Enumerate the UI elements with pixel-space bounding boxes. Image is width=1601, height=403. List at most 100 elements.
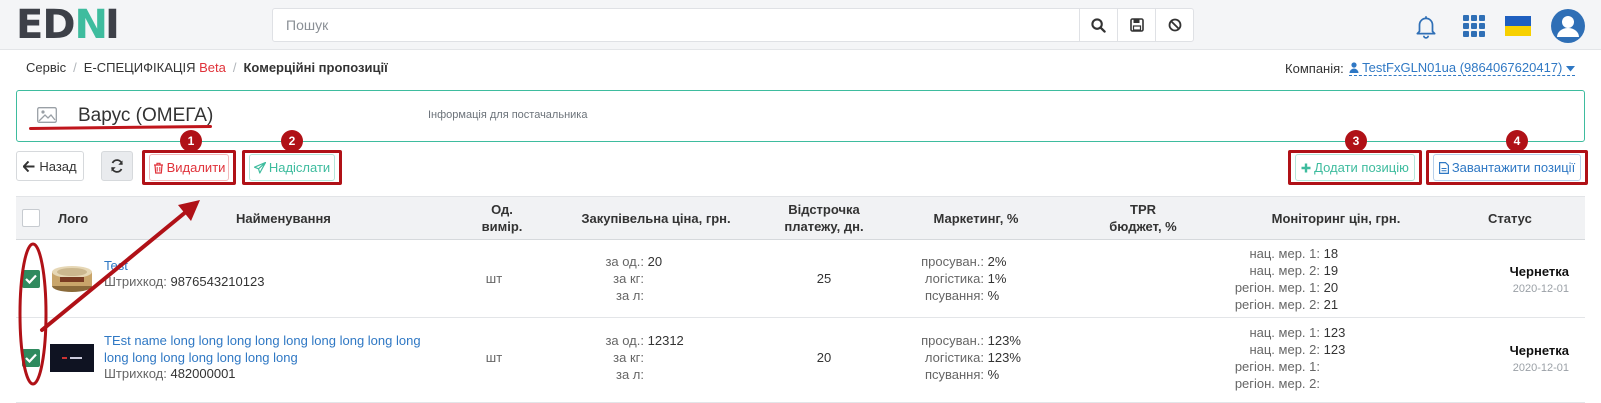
unit: шт bbox=[485, 271, 503, 286]
monitoring-block: нац. мер. 1: 18 нац. мер. 2: 19 регіон. … bbox=[1216, 245, 1338, 313]
bell-icon bbox=[1416, 16, 1436, 39]
status-date: 2020-12-01 bbox=[1512, 283, 1569, 295]
marketing-promo-value: 123% bbox=[987, 333, 1021, 348]
user-icon bbox=[1349, 62, 1359, 73]
company-dropdown[interactable]: TestFxGLN01ua (9864067620417) bbox=[1348, 60, 1575, 76]
ban-icon bbox=[1168, 18, 1181, 32]
marketing-promo-label: просуван.: bbox=[921, 254, 984, 269]
plus-icon bbox=[1301, 163, 1311, 172]
monitor-nat1-label: нац. мер. 1: bbox=[1249, 325, 1320, 340]
company-label: Компанія: bbox=[1285, 60, 1344, 76]
status-cell: Чернетка 2020-12-01 bbox=[1510, 343, 1569, 374]
breadcrumb: Сервіс / Е-СПЕЦИФІКАЦІЯ Beta / Комерційн… bbox=[26, 60, 388, 75]
arrow-left-icon bbox=[23, 160, 35, 172]
marketing-logistics-value: 123% bbox=[987, 350, 1021, 365]
beta-badge: Beta bbox=[199, 60, 226, 75]
barcode-value: 9876543210123 bbox=[170, 274, 265, 289]
send-button[interactable]: Надіслати bbox=[249, 154, 335, 181]
price-unit-value: 12312 bbox=[647, 333, 684, 348]
select-all-checkbox[interactable] bbox=[22, 209, 40, 227]
marketing-block: просуван.: 123% логістика: 123% псування… bbox=[896, 332, 1021, 383]
caret-down-icon bbox=[1566, 66, 1575, 72]
unit: шт bbox=[485, 350, 503, 365]
marketing-promo-label: просуван.: bbox=[921, 333, 984, 348]
floppy-disk-icon bbox=[1129, 18, 1144, 32]
image-decor bbox=[70, 357, 82, 359]
header-monitoring: Моніторинг цін, грн. bbox=[1271, 211, 1401, 226]
monitor-reg2-value: 21 bbox=[1323, 297, 1339, 312]
barcode: Штрихкод: 482000001 bbox=[104, 366, 236, 381]
logo-text-a: ED bbox=[16, 2, 76, 48]
company-selector: Компанія: TestFxGLN01ua (9864067620417) bbox=[1285, 60, 1575, 76]
header-unit-line1: Од. bbox=[491, 202, 513, 217]
monitor-reg1-value: 20 bbox=[1323, 280, 1339, 295]
monitor-reg1-label: регіон. мер. 1: bbox=[1234, 359, 1320, 374]
deferral-days: 25 bbox=[816, 271, 832, 286]
marketing-block: просуван.: 2% логістика: 1% псування: % bbox=[896, 253, 1006, 304]
language-button[interactable] bbox=[1501, 9, 1535, 43]
price-l-label: за л: bbox=[616, 367, 644, 382]
header-status: Статус bbox=[1488, 211, 1532, 226]
delete-button[interactable]: Видалити bbox=[149, 154, 229, 181]
deferral-days: 20 bbox=[816, 350, 832, 365]
breadcrumb-current: Комерційні пропозиції bbox=[243, 60, 388, 75]
send-button-label: Надіслати bbox=[268, 160, 331, 175]
back-button-label: Назад bbox=[39, 158, 77, 174]
product-name: Test bbox=[104, 258, 128, 273]
image-placeholder-icon bbox=[37, 107, 57, 123]
monitor-reg2-label: регіон. мер. 2: bbox=[1234, 376, 1320, 391]
breadcrumb-especification[interactable]: Е-СПЕЦИФІКАЦІЯ Beta bbox=[84, 60, 226, 75]
apps-button[interactable] bbox=[1457, 9, 1491, 43]
product-name-link[interactable]: TEst name long long long long long long … bbox=[104, 332, 421, 366]
add-position-button[interactable]: Додати позицію bbox=[1295, 154, 1415, 181]
ukraine-flag-icon bbox=[1505, 16, 1531, 36]
barcode-value: 482000001 bbox=[170, 366, 236, 381]
monitor-nat2-value: 19 bbox=[1323, 263, 1339, 278]
status-date: 2020-12-01 bbox=[1512, 362, 1569, 374]
table-row[interactable]: TEst name long long long long long long … bbox=[16, 318, 1585, 403]
product-name-link[interactable]: Test bbox=[104, 257, 128, 274]
edin-logo[interactable]: ED N I bbox=[16, 2, 120, 48]
table-header: Лого Найменування Од. вимір. Закупівельн… bbox=[16, 196, 1585, 240]
header-marketing: Маркетинг, % bbox=[933, 211, 1019, 226]
header-deferral-line2: платежу, дн. bbox=[784, 219, 864, 234]
header-deferral: Відстрочка платежу, дн. bbox=[774, 201, 874, 235]
product-name-line1: TEst name long long long long long long … bbox=[104, 333, 421, 348]
search-bar bbox=[272, 8, 1194, 42]
row-checkbox[interactable] bbox=[22, 349, 40, 367]
status-cell: Чернетка 2020-12-01 bbox=[1510, 264, 1569, 295]
back-button[interactable]: Назад bbox=[16, 151, 84, 181]
breadcrumb-separator: / bbox=[73, 60, 77, 75]
monitor-nat2-label: нац. мер. 2: bbox=[1249, 342, 1320, 357]
price-kg-label: за кг: bbox=[613, 350, 644, 365]
product-image-can bbox=[52, 266, 92, 292]
header-deferral-line1: Відстрочка bbox=[788, 202, 860, 217]
marketing-spoilage-value: % bbox=[987, 367, 1000, 382]
refresh-icon bbox=[111, 159, 123, 173]
search-icon bbox=[1091, 17, 1106, 33]
save-search-button[interactable] bbox=[1117, 9, 1155, 41]
row-checkbox[interactable] bbox=[22, 270, 40, 288]
check-icon bbox=[25, 353, 37, 363]
top-bar: ED N I bbox=[0, 0, 1601, 50]
annotation-badge-2: 2 bbox=[281, 130, 303, 152]
notifications-button[interactable] bbox=[1409, 9, 1443, 43]
monitor-nat1-value: 18 bbox=[1323, 246, 1339, 261]
upload-positions-button[interactable]: Завантажити позиції bbox=[1433, 154, 1581, 181]
table-row[interactable]: Test Штрихкод: 9876543210123 шт за од.: … bbox=[16, 240, 1585, 318]
supplier-info-link[interactable]: Інформація для постачальника bbox=[428, 109, 587, 121]
search-button[interactable] bbox=[1079, 9, 1117, 41]
status-text: Чернетка bbox=[1509, 343, 1569, 358]
header-tpr-line1: TPR bbox=[1130, 202, 1156, 217]
user-menu-button[interactable] bbox=[1548, 6, 1588, 46]
product-name-line2: long long long long long long long bbox=[104, 350, 298, 365]
price-block: за од.: 12312 за кг: за л: bbox=[576, 332, 684, 383]
trash-icon bbox=[153, 162, 163, 174]
refresh-button[interactable] bbox=[101, 151, 133, 181]
header-unit-line2: вимір. bbox=[481, 219, 523, 234]
clear-search-button[interactable] bbox=[1155, 9, 1193, 41]
marketing-spoilage-value: % bbox=[987, 288, 1000, 303]
header-tpr: TPR бюджет, % bbox=[1098, 201, 1188, 235]
search-input[interactable] bbox=[273, 9, 1079, 41]
breadcrumb-service[interactable]: Сервіс bbox=[26, 60, 66, 75]
